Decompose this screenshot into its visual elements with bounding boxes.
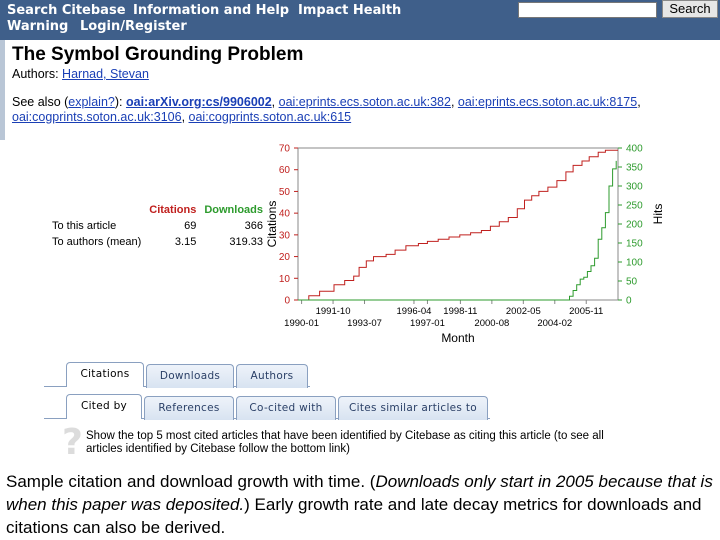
- left-axis-tick-label: 30: [279, 230, 291, 241]
- right-axis-tick-label: 350: [626, 163, 643, 174]
- x-axis-tick-label: 1996-04: [397, 306, 432, 317]
- nav-login-register[interactable]: Login/Register: [80, 19, 187, 34]
- search-input[interactable]: [518, 2, 657, 18]
- tab-co-cited-with[interactable]: Co-cited with: [236, 396, 336, 420]
- left-axis-tick-label: 0: [284, 296, 290, 307]
- citations-downloads-chart: 0 10 20 30 40 50 60 70 0 50 100 150 200 250 300 350 400 1…: [265, 144, 665, 346]
- question-mark-icon: ?: [62, 422, 83, 463]
- page-left-border: [0, 40, 5, 140]
- right-axis-tick-label: 250: [626, 201, 643, 212]
- right-axis-tick-label: 0: [626, 296, 632, 307]
- nav-impact-health[interactable]: Impact Health: [298, 3, 401, 18]
- tab-authors[interactable]: Authors: [236, 364, 308, 388]
- tab-cited-by[interactable]: Cited by: [66, 394, 142, 419]
- nav-information-help[interactable]: Information and Help: [133, 3, 289, 18]
- right-axis-tick-label: 400: [626, 144, 643, 155]
- row-downloads: 366: [244, 220, 263, 232]
- table-row: To this article 69 366: [48, 218, 267, 234]
- caption-part-1: Sample citation and download growth with…: [6, 472, 376, 491]
- row-label: To this article: [52, 220, 117, 232]
- author-link[interactable]: Harnad, Stevan: [62, 67, 149, 81]
- x-axis-tick-label: 1990-01: [284, 318, 319, 329]
- right-axis-label: Hits: [651, 204, 665, 225]
- tab-cites-similar[interactable]: Cites similar articles to: [338, 396, 488, 420]
- row-citations: 3.15: [174, 236, 197, 248]
- x-axis-tick-label: 2000-08: [474, 318, 509, 329]
- table-row: To authors (mean) 3.15 319.33: [48, 234, 267, 250]
- authors-line: Authors: Harnad, Stevan: [12, 67, 149, 81]
- stats-table: Citations Downloads To this article 69 3…: [48, 202, 267, 250]
- header-downloads: Downloads: [204, 204, 263, 216]
- left-axis-tick-label: 70: [279, 144, 291, 155]
- right-axis-tick-label: 50: [626, 277, 638, 288]
- tab-references[interactable]: References: [144, 396, 234, 420]
- header-citations: Citations: [149, 204, 197, 216]
- x-axis-tick-label: 2002-05: [506, 306, 541, 317]
- left-axis-label: Citations: [265, 201, 279, 248]
- row-label: To authors (mean): [52, 236, 142, 248]
- stats-header-row: Citations Downloads: [48, 202, 267, 218]
- x-axis-tick-label: 1991-10: [316, 306, 351, 317]
- left-axis-tick-label: 60: [279, 165, 291, 176]
- page-title: The Symbol Grounding Problem: [12, 44, 304, 65]
- row-downloads: 319.33: [229, 236, 263, 248]
- x-axis-tick-label: 1997-01: [410, 318, 445, 329]
- see-also-colon: ):: [114, 95, 123, 109]
- x-axis-label: Month: [441, 331, 474, 345]
- explain-link[interactable]: explain?: [68, 95, 115, 109]
- x-axis-tick-label: 1998-11: [443, 306, 477, 317]
- top-nav-bar: Search Citebase Information and Help Imp…: [0, 0, 720, 40]
- left-axis-tick-label: 40: [279, 209, 291, 220]
- tab-citations[interactable]: Citations: [66, 362, 144, 387]
- authors-label: Authors:: [12, 67, 59, 81]
- x-axis-tick-label: 2004-02: [537, 318, 572, 329]
- help-text: Show the top 5 most cited articles that …: [86, 430, 604, 455]
- right-axis-tick-label: 150: [626, 239, 643, 250]
- right-axis-tick-label: 200: [626, 220, 643, 231]
- nav-search-citebase[interactable]: Search Citebase: [7, 3, 126, 18]
- tab-downloads[interactable]: Downloads: [146, 364, 234, 388]
- right-axis-tick-label: 100: [626, 258, 643, 269]
- left-axis-tick-label: 10: [279, 274, 291, 285]
- x-axis-tick-label: 1993-07: [347, 318, 382, 329]
- slide-caption: Sample citation and download growth with…: [6, 470, 716, 539]
- see-also-prefix: See also (: [12, 95, 69, 109]
- see-also-section: See also (explain?): oai:arXiv.org:cs/99…: [12, 95, 641, 124]
- nav-warning[interactable]: Warning: [7, 19, 68, 34]
- search-button[interactable]: Search: [662, 0, 718, 18]
- x-axis-tick-label: 2005-11: [569, 306, 603, 317]
- see-also-link-3[interactable]: oai:eprints.ecs.soton.ac.uk:8175: [458, 95, 637, 109]
- chart-plot-area: [297, 147, 619, 301]
- right-axis-tick-label: 300: [626, 182, 643, 193]
- left-axis-tick-label: 50: [279, 187, 291, 198]
- see-also-link-4[interactable]: oai:cogprints.soton.ac.uk:3106: [12, 110, 182, 124]
- tab-area: Citations Downloads Authors Cited by Ref…: [0, 360, 720, 420]
- row-citations: 69: [184, 220, 197, 232]
- see-also-link-2[interactable]: oai:eprints.ecs.soton.ac.uk:382: [279, 95, 451, 109]
- see-also-link-1[interactable]: oai:arXiv.org:cs/9906002: [126, 95, 272, 109]
- left-axis-tick-label: 20: [279, 252, 291, 263]
- see-also-link-5[interactable]: oai:cogprints.soton.ac.uk:615: [189, 110, 352, 124]
